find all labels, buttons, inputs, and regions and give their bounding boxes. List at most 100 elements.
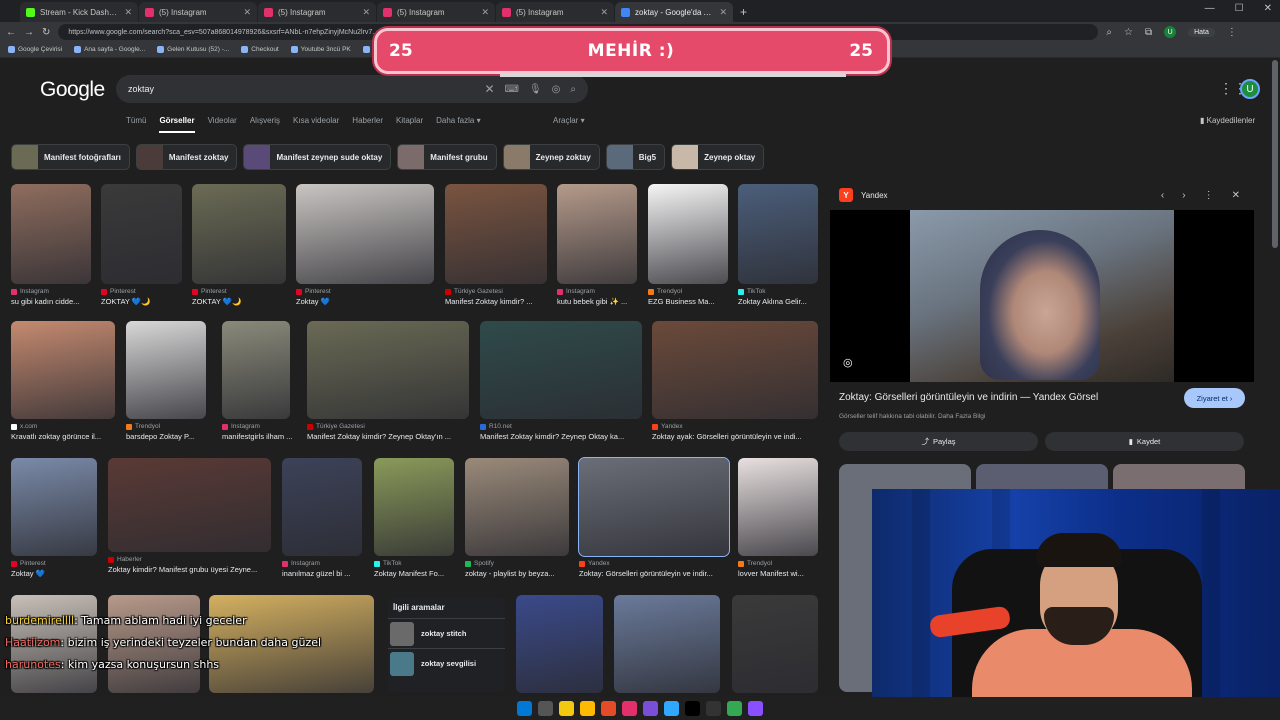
related-item[interactable]: zoktay stitch bbox=[388, 618, 505, 648]
result-image[interactable] bbox=[557, 184, 637, 284]
tiktok-icon[interactable] bbox=[685, 701, 700, 716]
google-logo[interactable]: Google bbox=[40, 78, 105, 102]
reload-icon[interactable]: ↻ bbox=[42, 27, 50, 38]
result-caption[interactable]: Zoktay 💙 bbox=[296, 297, 434, 306]
forward-icon[interactable]: → bbox=[24, 27, 34, 38]
tools-button[interactable]: Araçlar ▾ bbox=[553, 116, 585, 125]
preview-title[interactable]: Zoktay: Görselleri görüntüleyin ve indir… bbox=[839, 392, 1098, 403]
scrollbar[interactable] bbox=[1272, 60, 1278, 248]
result-caption[interactable]: Kravatlı zoktay görünce il... bbox=[11, 432, 115, 441]
result-image[interactable] bbox=[738, 458, 818, 556]
result-image[interactable] bbox=[648, 184, 728, 284]
tab-close-icon[interactable]: ✕ bbox=[362, 7, 370, 18]
instagram-icon[interactable] bbox=[622, 701, 637, 716]
visit-button[interactable]: Ziyaret et › bbox=[1184, 388, 1245, 408]
file-explorer-icon[interactable] bbox=[559, 701, 574, 716]
result-image[interactable] bbox=[11, 458, 97, 556]
result-caption[interactable]: Manifest Zoktay kimdir? Zeynep Oktay'ın … bbox=[307, 432, 469, 441]
new-tab-button[interactable]: + bbox=[740, 5, 747, 19]
result-image[interactable] bbox=[738, 184, 818, 284]
browser-tab[interactable]: (5) Instagram ✕ bbox=[496, 2, 614, 22]
tab-close-icon[interactable]: ✕ bbox=[481, 7, 489, 18]
share-button[interactable]: ⤴ Paylaş bbox=[839, 432, 1038, 451]
preview-image[interactable]: ◎ bbox=[830, 210, 1254, 382]
result-image[interactable] bbox=[101, 184, 182, 284]
result-caption[interactable]: EZG Business Ma... bbox=[648, 297, 738, 306]
result-image[interactable] bbox=[11, 321, 115, 419]
suggestion-chip[interactable]: Big5 bbox=[605, 144, 666, 170]
result-caption[interactable]: Zoktay 💙 bbox=[11, 569, 101, 578]
maximize-icon[interactable]: ☐ bbox=[1235, 3, 1244, 14]
result-caption[interactable]: barsdepo Zoktay P... bbox=[126, 432, 216, 441]
app-icon[interactable] bbox=[706, 701, 721, 716]
result-image[interactable] bbox=[108, 458, 271, 552]
bookmark-item[interactable]: Google Çevirisi bbox=[8, 46, 62, 53]
result-caption[interactable]: Zoktay ayak: Görselleri görüntüleyin ve … bbox=[652, 432, 818, 441]
app-icon[interactable] bbox=[748, 701, 763, 716]
keyboard-icon[interactable]: ⌨ bbox=[505, 84, 519, 95]
search-icon[interactable]: ⌕ bbox=[570, 84, 576, 95]
chrome-icon[interactable] bbox=[727, 701, 742, 716]
result-caption[interactable]: manifestgirls ilham ... bbox=[222, 432, 312, 441]
result-caption[interactable]: ZOKTAY 💙🌙 bbox=[192, 297, 286, 306]
result-image[interactable] bbox=[307, 321, 469, 419]
browser-tab[interactable]: (5) Instagram ✕ bbox=[139, 2, 257, 22]
browser-tab[interactable]: (5) Instagram ✕ bbox=[377, 2, 495, 22]
result-caption[interactable]: ZOKTAY 💙🌙 bbox=[101, 297, 191, 306]
saved-button[interactable]: ▮ Kaydedilenler bbox=[1200, 116, 1255, 125]
tab-close-icon[interactable]: ✕ bbox=[600, 7, 608, 18]
search-tab[interactable]: Daha fazla ▾ bbox=[436, 116, 480, 133]
minimize-icon[interactable]: — bbox=[1205, 3, 1215, 14]
extensions-icon[interactable]: ⧉ bbox=[1145, 27, 1152, 38]
search-tab[interactable]: Kitaplar bbox=[396, 116, 423, 133]
result-caption[interactable]: lovver Manifest wi... bbox=[738, 569, 828, 578]
result-image[interactable] bbox=[732, 595, 818, 693]
suggestion-chip[interactable]: Zeynep oktay bbox=[671, 144, 765, 170]
result-caption[interactable]: Zoktay kimdir? Manifest grubu üyesi Zeyn… bbox=[108, 565, 271, 574]
suggestion-chip[interactable]: Manifest fotoğrafları bbox=[11, 144, 130, 170]
app-icon[interactable] bbox=[601, 701, 616, 716]
result-caption[interactable]: Manifest Zoktay kimdir? ... bbox=[445, 297, 547, 306]
suggestion-chip[interactable]: Manifest zoktay bbox=[135, 144, 238, 170]
result-image[interactable] bbox=[480, 321, 642, 419]
result-caption[interactable]: zoktay - playlist by beyza... bbox=[465, 569, 569, 578]
zoom-icon[interactable]: ⌕ bbox=[1106, 27, 1112, 38]
result-image[interactable] bbox=[296, 184, 434, 284]
tab-close-icon[interactable]: ✕ bbox=[719, 7, 727, 18]
result-caption[interactable]: kutu bebek gibi ✨ ... bbox=[557, 297, 647, 306]
lens-search-icon[interactable]: ◎ bbox=[843, 356, 853, 369]
search-tab[interactable]: Kısa videolar bbox=[293, 116, 339, 133]
result-image[interactable] bbox=[465, 458, 569, 556]
suggestion-chip[interactable]: Zeynep zoktay bbox=[502, 144, 600, 170]
related-item[interactable]: zoktay sevgilisi bbox=[388, 648, 505, 678]
suggestion-chip[interactable]: Manifest grubu bbox=[397, 144, 497, 170]
error-badge[interactable]: Hata bbox=[1188, 27, 1215, 37]
search-tab[interactable]: Haberler bbox=[352, 116, 383, 133]
save-button[interactable]: ▮ Kaydet bbox=[1045, 432, 1244, 451]
bookmark-star-icon[interactable]: ☆ bbox=[1124, 27, 1133, 38]
search-tab[interactable]: Videolar bbox=[208, 116, 237, 133]
result-caption[interactable]: su gibi kadın cidde... bbox=[11, 297, 101, 306]
result-image[interactable] bbox=[652, 321, 818, 419]
search-tab[interactable]: Tümü bbox=[126, 116, 146, 133]
chevron-left-icon[interactable]: ‹ bbox=[1161, 190, 1164, 201]
browser-tab[interactable]: (5) Instagram ✕ bbox=[258, 2, 376, 22]
app-icon[interactable] bbox=[643, 701, 658, 716]
browser-tab[interactable]: Stream - Kick Dashboard ✕ bbox=[20, 2, 138, 22]
result-image[interactable] bbox=[126, 321, 206, 419]
more-icon[interactable]: ⋮ bbox=[1204, 190, 1214, 201]
result-caption[interactable]: Zoktay Aklına Gelir... bbox=[738, 297, 828, 306]
result-caption[interactable]: Zoktay: Görselleri görüntüleyin ve indir… bbox=[579, 569, 729, 578]
tab-close-icon[interactable]: ✕ bbox=[243, 7, 251, 18]
result-image[interactable] bbox=[614, 595, 720, 693]
result-image[interactable] bbox=[222, 321, 290, 419]
search-box[interactable]: zoktay ✕ ⌨ 🎙 ◎ ⌕ bbox=[116, 75, 588, 103]
lens-icon[interactable]: ◎ bbox=[552, 84, 561, 95]
search-tab[interactable]: Görseller bbox=[159, 116, 195, 133]
profile-icon[interactable]: U bbox=[1164, 26, 1177, 38]
bookmark-item[interactable]: Ana sayfa - Google... bbox=[74, 46, 145, 53]
result-image[interactable] bbox=[516, 595, 603, 693]
result-caption[interactable]: Manifest Zoktay kimdir? Zeynep Oktay ka.… bbox=[480, 432, 642, 441]
close-window-icon[interactable]: ✕ bbox=[1264, 3, 1272, 14]
task-view-icon[interactable] bbox=[538, 701, 553, 716]
